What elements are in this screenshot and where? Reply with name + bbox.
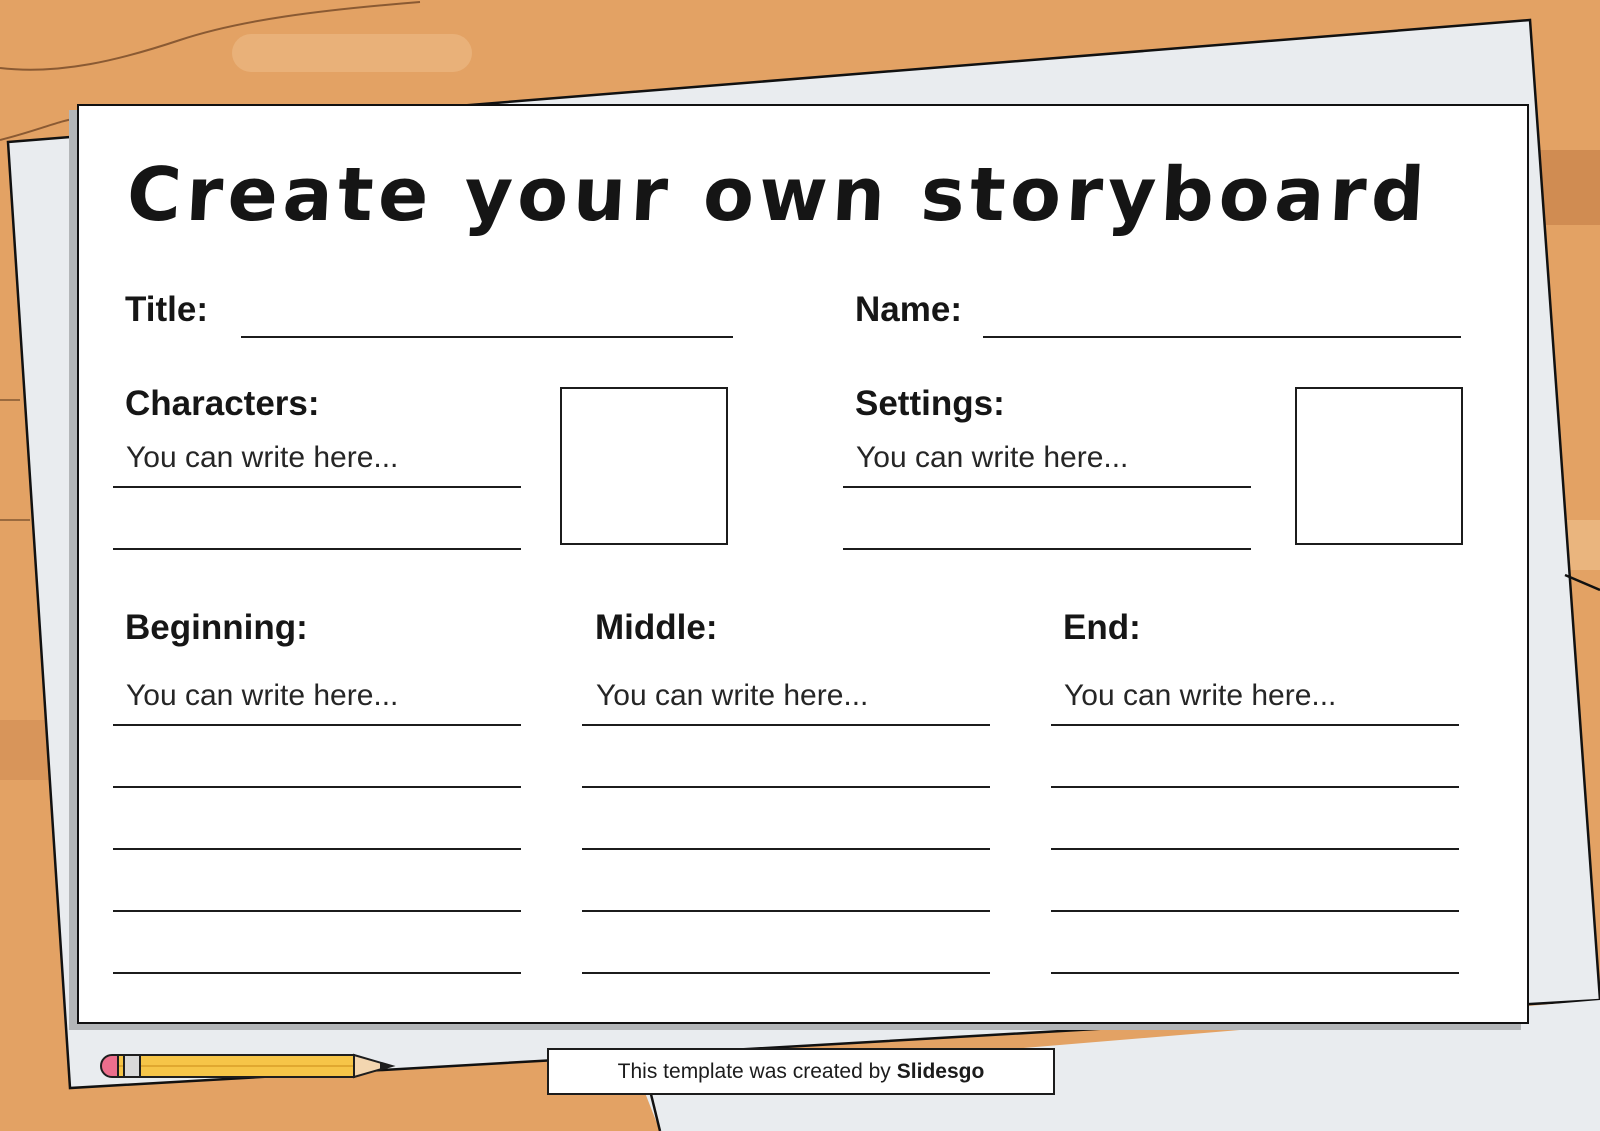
end-line[interactable] [1051, 848, 1459, 850]
middle-line[interactable] [582, 848, 990, 850]
end-hint: You can write here... [1064, 679, 1337, 712]
settings-line[interactable] [843, 548, 1251, 550]
middle-label: Middle: [595, 608, 718, 647]
end-label: End: [1063, 608, 1141, 647]
credit-footer: This template was created by Slidesgo [547, 1048, 1055, 1095]
middle-line[interactable] [582, 972, 990, 974]
settings-label: Settings: [855, 384, 1005, 423]
title-line[interactable] [241, 336, 733, 338]
beginning-line[interactable] [113, 848, 521, 850]
beginning-line[interactable] [113, 786, 521, 788]
page-title: Create your own storyboard [124, 152, 1432, 238]
end-line[interactable] [1051, 786, 1459, 788]
title-label: Title: [125, 290, 208, 329]
end-line[interactable] [1051, 972, 1459, 974]
settings-drawing-box[interactable] [1295, 387, 1463, 545]
beginning-line[interactable] [113, 972, 521, 974]
characters-drawing-box[interactable] [560, 387, 728, 545]
beginning-line[interactable] [113, 910, 521, 912]
storyboard-sheet: Create your own storyboard Title: Name: … [77, 104, 1529, 1024]
middle-line[interactable] [582, 910, 990, 912]
middle-line[interactable] [582, 786, 990, 788]
beginning-label: Beginning: [125, 608, 308, 647]
name-line[interactable] [983, 336, 1461, 338]
name-label: Name: [855, 290, 962, 329]
middle-line[interactable] [582, 724, 990, 726]
characters-line[interactable] [113, 548, 521, 550]
credit-text: This template was created by [617, 1059, 891, 1083]
beginning-hint: You can write here... [126, 679, 399, 712]
pencil-icon [100, 1053, 396, 1079]
credit-brand-link[interactable]: Slidesgo [897, 1060, 985, 1084]
settings-line[interactable] [843, 486, 1251, 488]
beginning-line[interactable] [113, 724, 521, 726]
characters-line[interactable] [113, 486, 521, 488]
middle-hint: You can write here... [596, 679, 869, 712]
characters-label: Characters: [125, 384, 320, 423]
characters-hint: You can write here... [126, 441, 399, 474]
end-line[interactable] [1051, 910, 1459, 912]
end-line[interactable] [1051, 724, 1459, 726]
settings-hint: You can write here... [856, 441, 1129, 474]
